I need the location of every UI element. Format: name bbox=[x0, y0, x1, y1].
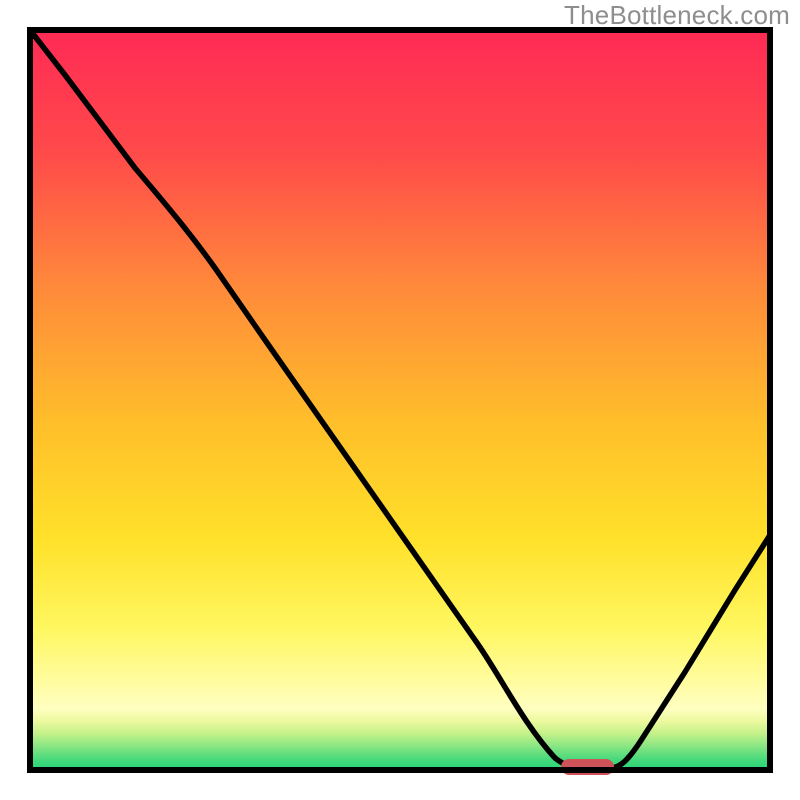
chart-stage: TheBottleneck.com bbox=[0, 0, 800, 800]
watermark-text: TheBottleneck.com bbox=[564, 0, 790, 31]
plot-interior bbox=[30, 30, 770, 770]
gradient-background-top bbox=[30, 30, 770, 710]
chart-svg bbox=[0, 0, 800, 800]
